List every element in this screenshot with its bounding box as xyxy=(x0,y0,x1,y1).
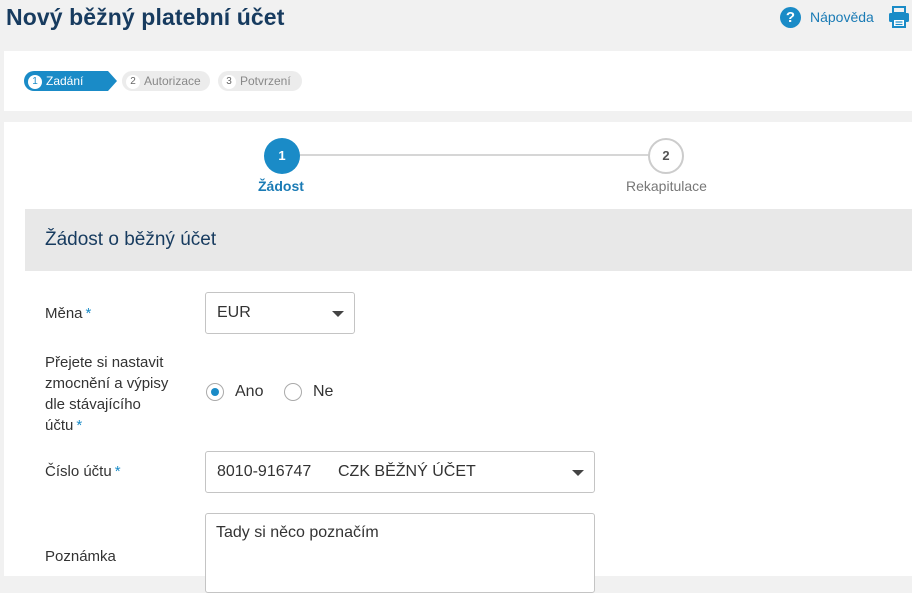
required-mark: * xyxy=(114,463,121,480)
wizard-step-number: 3 xyxy=(222,75,236,89)
settings-label-line-last: účtu * xyxy=(45,415,168,436)
wizard-step-label: Zadání xyxy=(46,74,84,88)
stepper-line xyxy=(296,154,666,156)
currency-label-text: Měna xyxy=(45,305,83,322)
help-icon[interactable]: ? xyxy=(780,7,801,28)
radio-yes[interactable] xyxy=(206,383,224,401)
print-icon[interactable] xyxy=(888,6,910,28)
settings-label-line: účtu xyxy=(45,417,74,434)
wizard-bar: 1 Zadání 2 Autorizace 3 Potvrzení xyxy=(4,51,912,111)
wizard-step-number: 1 xyxy=(28,75,42,89)
note-textarea[interactable]: Tady si něco poznačím xyxy=(205,513,595,593)
stepper-step-2-circle: 2 xyxy=(648,138,684,174)
section-header: Žádost o běžný účet xyxy=(25,209,912,271)
stepper-step-1-label: Žádost xyxy=(258,178,304,194)
currency-label: Měna * xyxy=(45,303,91,324)
currency-select[interactable]: EUR xyxy=(205,292,355,334)
account-select-value: 8010-916747 CZK BĚŽNÝ ÚČET xyxy=(217,463,476,480)
page-title: Nový běžný platební účet xyxy=(6,4,285,30)
settings-label-line: dle stávajícího xyxy=(45,396,141,413)
chevron-down-icon xyxy=(332,311,344,317)
settings-label: Přejete si nastavit zmocnění a výpisy dl… xyxy=(45,352,168,436)
section-title: Žádost o běžný účet xyxy=(45,229,217,250)
settings-label-line: Přejete si nastavit xyxy=(45,354,164,371)
required-mark: * xyxy=(85,305,92,322)
help-link[interactable]: Nápověda xyxy=(810,9,874,25)
currency-select-value: EUR xyxy=(217,304,251,321)
required-mark: * xyxy=(76,417,83,434)
wizard-step-autorizace: 2 Autorizace xyxy=(122,71,210,91)
radio-no-label[interactable]: Ne xyxy=(313,383,333,401)
stepper-step-1-circle: 1 xyxy=(264,138,300,174)
wizard-step-number: 2 xyxy=(126,75,140,89)
wizard-step-label: Autorizace xyxy=(144,74,201,88)
wizard-step-zadani: 1 Zadání xyxy=(24,71,117,91)
stepper-step-2-label: Rekapitulace xyxy=(626,178,707,194)
radio-no[interactable] xyxy=(284,383,302,401)
account-select[interactable]: 8010-916747 CZK BĚŽNÝ ÚČET xyxy=(205,451,595,493)
account-label-text: Číslo účtu xyxy=(45,463,112,480)
wizard-step-label: Potvrzení xyxy=(240,74,291,88)
radio-yes-label[interactable]: Ano xyxy=(235,383,263,401)
wizard-step-potvrzeni: 3 Potvrzení xyxy=(218,71,302,91)
note-label: Poznámka xyxy=(45,548,116,565)
chevron-down-icon xyxy=(572,470,584,476)
account-label: Číslo účtu * xyxy=(45,461,121,482)
settings-label-line: zmocnění a výpisy xyxy=(45,375,169,392)
